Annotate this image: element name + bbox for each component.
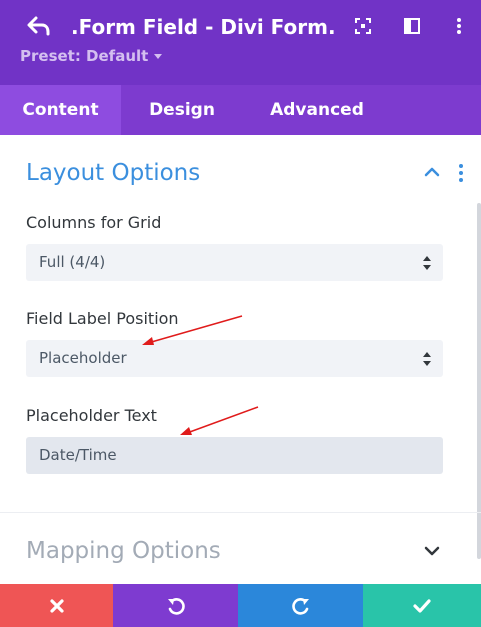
- chevron-up-icon[interactable]: [423, 163, 441, 181]
- save-button[interactable]: [363, 584, 481, 627]
- label-position-select[interactable]: Placeholder: [26, 340, 443, 377]
- tab-content[interactable]: Content: [0, 85, 121, 135]
- close-icon: [49, 598, 64, 613]
- columns-label: Columns for Grid: [26, 213, 162, 232]
- check-icon: [413, 598, 431, 613]
- discard-button[interactable]: [0, 584, 113, 627]
- select-arrows-icon: [423, 256, 431, 270]
- preset-label: Preset: Default: [20, 47, 149, 65]
- chevron-down-icon: [154, 54, 163, 59]
- tab-design[interactable]: Design: [121, 85, 243, 135]
- section-title-mapping[interactable]: Mapping Options: [26, 535, 221, 567]
- more-icon[interactable]: [449, 16, 469, 36]
- label-position-label: Field Label Position: [26, 309, 179, 328]
- back-arrow-icon[interactable]: [26, 12, 54, 40]
- placeholder-text-input[interactable]: Date/Time: [26, 437, 443, 474]
- redo-icon: [291, 597, 309, 615]
- placeholder-text-label: Placeholder Text: [26, 406, 157, 425]
- placeholder-text-value: Date/Time: [39, 446, 117, 464]
- undo-button[interactable]: [113, 584, 238, 627]
- action-bar: [0, 584, 481, 627]
- scrollbar[interactable]: [477, 203, 481, 559]
- modal-title: .Form Field - Divi Form...: [71, 15, 336, 39]
- section-divider: [0, 512, 481, 513]
- preset-selector[interactable]: Preset: Default: [20, 46, 163, 66]
- tab-bar: Content Design Advanced: [0, 85, 481, 135]
- settings-panel: Layout Options Columns for Grid Full (4/…: [0, 135, 481, 584]
- select-arrows-icon: [423, 352, 431, 366]
- columns-select[interactable]: Full (4/4): [26, 244, 443, 281]
- tab-advanced[interactable]: Advanced: [243, 85, 391, 135]
- annotation-arrow: [180, 406, 259, 435]
- sidebar-layout-icon[interactable]: [402, 16, 422, 36]
- section-title-layout[interactable]: Layout Options: [26, 157, 200, 189]
- modal-header: .Form Field - Divi Form... Preset: Defau…: [0, 0, 481, 85]
- undo-icon: [167, 597, 185, 615]
- redo-button[interactable]: [238, 584, 363, 627]
- chevron-down-icon[interactable]: [423, 542, 441, 560]
- label-position-value: Placeholder: [39, 349, 127, 367]
- columns-value: Full (4/4): [39, 253, 106, 271]
- focus-icon[interactable]: [353, 16, 373, 36]
- section-options-icon[interactable]: [456, 164, 466, 182]
